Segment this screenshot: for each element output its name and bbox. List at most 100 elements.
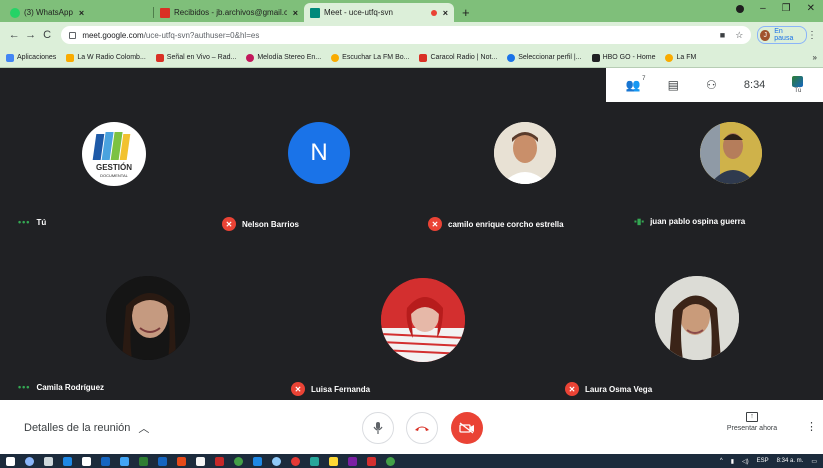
- gestion-documental-logo: GESTIÓN DOCUMENTAL: [92, 132, 132, 178]
- bookmark-item[interactable]: Caracol Radio | Not...: [419, 53, 497, 62]
- avatar: [700, 122, 762, 184]
- participant-name-nelson: ✕ Nelson Barrios: [222, 217, 299, 231]
- microphone-icon: [373, 422, 383, 434]
- browser-menu-icon[interactable]: ⋮: [807, 30, 817, 41]
- profile-button[interactable]: J En pausa: [757, 26, 808, 44]
- bookmark-item[interactable]: La W Radio Colomb...: [66, 53, 146, 62]
- tab-gmail[interactable]: Recibidos - jb.archivos@gmail.co ×: [154, 3, 304, 22]
- people-icon[interactable]: 👥 7: [626, 76, 646, 92]
- clock[interactable]: 8:34 a. m.: [777, 458, 804, 464]
- meeting-controls: Detalles de la reunión ︿ ↑ Presentar aho…: [0, 400, 823, 454]
- taskbar: ^ ▮ ◁) ESP 8:34 a. m. ▭: [0, 454, 823, 468]
- bookmark-item[interactable]: La FM: [665, 53, 696, 62]
- more-options-icon[interactable]: ⋮: [806, 420, 817, 433]
- chat-icon[interactable]: ▤: [668, 78, 679, 92]
- bookmarks-more[interactable]: »: [813, 53, 817, 62]
- app-icon[interactable]: [196, 456, 205, 466]
- activities-icon[interactable]: ⚇: [706, 78, 717, 92]
- mic-off-icon: ✕: [565, 382, 579, 396]
- url-field[interactable]: meet.google.com/uce-utfq-svn?authuser=0&…: [61, 26, 752, 44]
- folder-icon[interactable]: [329, 456, 338, 466]
- back-arrow-icon[interactable]: ←: [6, 29, 22, 41]
- chrome-icon[interactable]: [291, 456, 300, 466]
- participant-name-tu: ••• Tú: [18, 217, 46, 227]
- minimize-icon[interactable]: –: [760, 3, 766, 14]
- present-now-button[interactable]: ↑ Presentar ahora: [720, 412, 784, 432]
- tab-whatsapp[interactable]: (3) WhatsApp ×: [4, 3, 154, 22]
- close-tab-icon[interactable]: ×: [79, 8, 84, 18]
- app-icon[interactable]: [120, 456, 129, 466]
- reload-icon[interactable]: C: [39, 29, 55, 41]
- participant-name: Nelson Barrios: [242, 219, 299, 229]
- app-icon[interactable]: [272, 456, 281, 466]
- app-icon[interactable]: [177, 456, 186, 466]
- bookmark-item[interactable]: Seleccionar perfil |...: [507, 53, 582, 62]
- hang-up-button[interactable]: [406, 412, 438, 444]
- screen: (3) WhatsApp × Recibidos - jb.archivos@g…: [0, 0, 823, 468]
- bookmark-item[interactable]: Melodía Stereo En...: [246, 53, 322, 62]
- url-path: /uce-utfq-svn?authuser=0&hl=es: [143, 30, 260, 40]
- app-icon[interactable]: [310, 456, 319, 466]
- search-icon[interactable]: [25, 456, 34, 466]
- avatar: [655, 276, 739, 360]
- meet-icon: [310, 7, 320, 18]
- bookmark-label: Aplicaciones: [17, 54, 57, 61]
- microphone-button[interactable]: [362, 412, 394, 444]
- edge-icon[interactable]: [63, 456, 72, 466]
- whatsapp-icon: [10, 7, 20, 18]
- meeting-details-button[interactable]: Detalles de la reunión ︿: [24, 420, 149, 436]
- gestion-logo-icon: [792, 76, 804, 87]
- close-window-icon[interactable]: ✕: [807, 3, 815, 14]
- plus-icon[interactable]: +: [454, 5, 478, 22]
- bookmark-label: Melodía Stereo En...: [257, 54, 322, 61]
- store-icon[interactable]: [82, 456, 91, 466]
- bookmark-label: Escuchar La FM Bo...: [342, 54, 410, 61]
- avatar-initial: N: [310, 139, 328, 166]
- maximize-icon[interactable]: ❐: [782, 3, 791, 14]
- meeting-details-label: Detalles de la reunión: [24, 422, 131, 434]
- forward-arrow-icon[interactable]: →: [22, 29, 38, 41]
- task-view-icon[interactable]: [44, 456, 53, 466]
- word-icon[interactable]: [158, 456, 167, 466]
- bookmark-item[interactable]: Señal en Vivo – Rad...: [155, 53, 237, 62]
- app-icon[interactable]: [234, 456, 243, 466]
- participant-name-camilo: ✕ camilo enrique corcho estrella: [428, 217, 564, 231]
- language-indicator[interactable]: ESP: [757, 458, 769, 464]
- notifications-icon[interactable]: ▭: [811, 458, 817, 465]
- participant-photo: [494, 122, 556, 184]
- app-icon[interactable]: [215, 456, 224, 466]
- star-icon[interactable]: ☆: [735, 30, 743, 41]
- participant-photo: [700, 122, 762, 184]
- acrobat-icon[interactable]: [367, 456, 376, 466]
- tab-title: Recibidos - jb.archivos@gmail.co: [174, 8, 287, 17]
- meeting-info-bar: 👥 7 ▤ ⚇ 8:34 Tú: [606, 68, 823, 102]
- bookmark-apps[interactable]: Aplicaciones: [6, 53, 57, 62]
- chrome-icon[interactable]: [386, 456, 395, 466]
- camera-icon[interactable]: ■: [720, 30, 725, 40]
- participant-name: Camila Rodríguez: [36, 382, 105, 392]
- profile-status: En pausa: [774, 28, 794, 42]
- profile-dot-icon[interactable]: [736, 4, 745, 13]
- bookmark-label: Señal en Vivo – Rad...: [166, 54, 237, 61]
- app-icon[interactable]: [253, 456, 262, 466]
- windows-start-icon[interactable]: [6, 456, 15, 466]
- excel-icon[interactable]: [139, 456, 148, 466]
- app-icon[interactable]: [348, 456, 357, 466]
- tab-meet[interactable]: Meet - uce-utfq-svn ×: [304, 3, 454, 22]
- close-tab-icon[interactable]: ×: [293, 8, 298, 18]
- chevron-up-icon[interactable]: ^: [720, 458, 723, 464]
- self-view-button[interactable]: Tú: [792, 76, 804, 94]
- camera-off-button[interactable]: [451, 412, 483, 444]
- meeting-grid: 👥 7 ▤ ⚇ 8:34 Tú GESTIÓN DOCUMENTAL ••• Tú: [0, 68, 823, 400]
- bookmark-item[interactable]: Escuchar La FM Bo...: [331, 53, 410, 62]
- bookmark-label: La W Radio Colomb...: [77, 54, 146, 61]
- lafm-icon: [665, 53, 674, 62]
- url-host: meet.google.com: [82, 30, 144, 40]
- network-icon[interactable]: ▮: [731, 458, 734, 465]
- senal-icon: [155, 53, 164, 62]
- avatar: [381, 278, 465, 362]
- bookmark-item[interactable]: HBO GO - Home: [591, 53, 655, 62]
- mail-icon[interactable]: [101, 456, 110, 466]
- close-tab-icon[interactable]: ×: [443, 8, 448, 18]
- volume-icon[interactable]: ◁): [742, 458, 749, 465]
